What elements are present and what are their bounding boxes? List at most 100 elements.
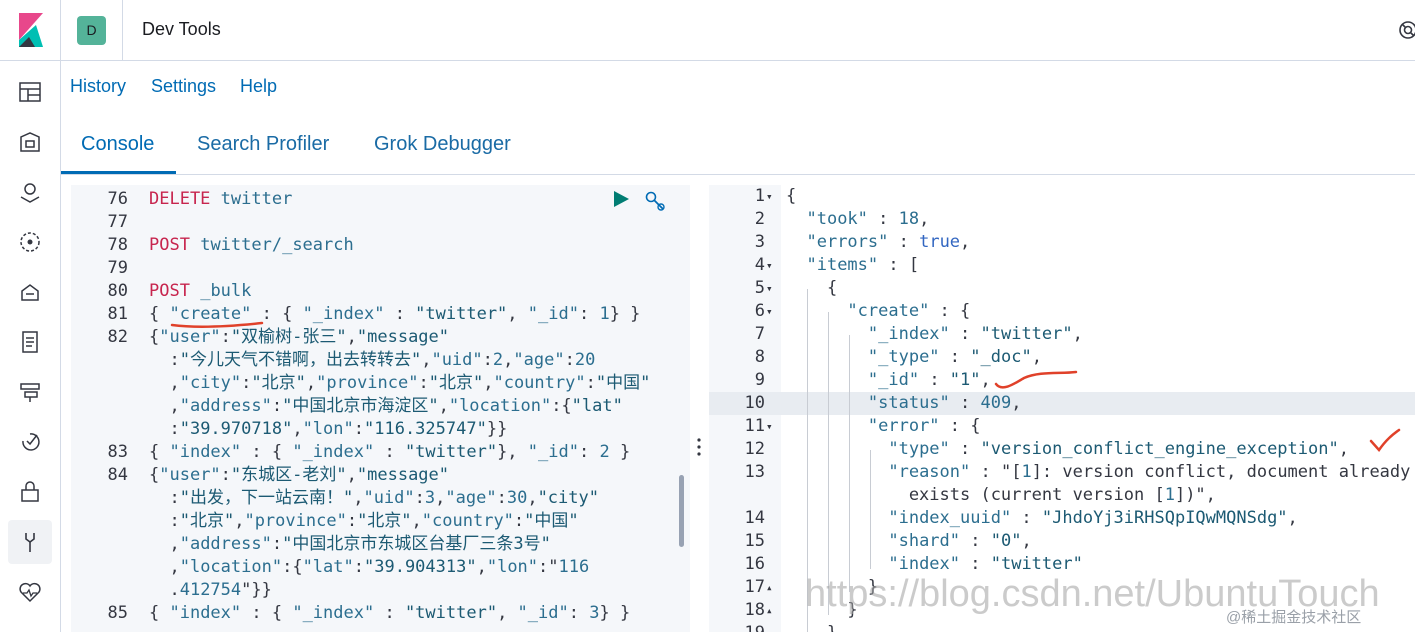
- tab-search-profiler[interactable]: Search Profiler: [197, 133, 329, 156]
- settings-link[interactable]: Settings: [151, 76, 216, 97]
- line-number: 15: [744, 531, 765, 551]
- line-number: 10: [744, 393, 765, 413]
- request-settings-wrench-icon[interactable]: [644, 190, 666, 212]
- code-line: :"北京","province":"北京","country":"中国": [149, 511, 579, 531]
- line-number: 14: [744, 508, 765, 528]
- tab-grok-debugger[interactable]: Grok Debugger: [374, 133, 511, 156]
- header-divider: [122, 0, 123, 61]
- code-line: "create" : {: [847, 301, 971, 321]
- line-number: 12: [744, 439, 765, 459]
- line-number: 79: [107, 258, 128, 278]
- pane-resize-handle[interactable]: [694, 436, 704, 458]
- history-link[interactable]: History: [70, 76, 126, 97]
- code-line: "took" : 18,: [806, 209, 930, 229]
- dev-tools-nav-active[interactable]: [8, 520, 52, 564]
- code-line: POST twitter/_search: [149, 235, 354, 255]
- help-link[interactable]: Help: [240, 76, 277, 97]
- top-header: D Dev Tools: [0, 0, 1415, 61]
- maps-icon[interactable]: [17, 179, 43, 205]
- dev-tools-subnav: History Settings Help: [61, 61, 1415, 111]
- canvas-icon[interactable]: [17, 129, 43, 155]
- code-line: ,"city":"北京","province":"北京","country":"…: [149, 373, 651, 393]
- code-line: "items" : [: [806, 255, 920, 275]
- line-number: 4: [754, 255, 765, 275]
- code-line: POST _bulk: [149, 281, 252, 301]
- ml-icon[interactable]: [17, 229, 43, 255]
- code-line: ,"address":"中国北京市海淀区","location":{"lat": [149, 396, 623, 416]
- indent-guide: [849, 335, 850, 592]
- code-line: "_index" : "twitter",: [867, 324, 1083, 344]
- fold-toggle[interactable]: ▾: [766, 415, 773, 438]
- apm-icon[interactable]: [17, 379, 43, 405]
- code-line: :"出发，下一站云南！","uid":3,"age":30,"city": [149, 488, 599, 508]
- code-line: {"user":"双榆树-张三","message": [149, 327, 450, 347]
- request-editor[interactable]: 76 DELETE twitter 77 78 POST twitter/_search…: [71, 185, 690, 632]
- code-line: :"今儿天气不错啊，出去转转去","uid":2,"age":20: [149, 350, 596, 370]
- line-number: 19: [709, 622, 765, 632]
- wrench-icon: [25, 533, 35, 552]
- fold-toggle[interactable]: ▾: [766, 254, 773, 277]
- fold-toggle[interactable]: ▴: [766, 576, 773, 599]
- line-number: 84: [107, 465, 128, 485]
- dev-tools-app: D Dev Tools History Settings Help Consol…: [0, 0, 1415, 632]
- space-avatar[interactable]: D: [77, 16, 106, 45]
- request-scrollbar[interactable]: [679, 475, 684, 547]
- selected-tab-indicator: [61, 171, 176, 174]
- line-number: 77: [107, 212, 128, 232]
- code-line: "shard" : "0",: [888, 531, 1032, 551]
- code-line: { "index" : { "_index" : "twitter", "_id…: [149, 603, 631, 623]
- line-number: 83: [107, 442, 128, 462]
- kibana-logo-icon: [19, 13, 43, 47]
- indent-guide: [870, 450, 871, 569]
- line-number: 7: [754, 324, 765, 344]
- line-number: 80: [107, 281, 128, 301]
- response-viewer[interactable]: 1 ▾{2 "took" : 18, 3 "errors" : true, 4 ▾ "i…: [709, 185, 1415, 632]
- code-line: .412754"}}: [149, 580, 272, 600]
- line-number: 3: [754, 232, 765, 252]
- monitoring-icon[interactable]: [17, 579, 43, 605]
- code-line: { "create" : { "_index" : "twitter", "_i…: [149, 304, 641, 324]
- code-line: "reason" : "[1]: version conflict, docum…: [888, 462, 1411, 482]
- help-icon[interactable]: [1398, 20, 1415, 40]
- tab-bar: Console Search Profiler Grok Debugger: [61, 111, 1415, 175]
- code-line: "_type" : "_doc",: [867, 347, 1042, 367]
- tab-console[interactable]: Console: [81, 133, 154, 156]
- line-number: 11: [744, 416, 765, 436]
- code-line: "status" : 409,: [867, 393, 1022, 413]
- line-number: 81: [107, 304, 128, 324]
- code-line: ,"address":"中国北京市东城区台基厂三条3号": [149, 534, 551, 554]
- code-line: ,"location":{"lat":"39.904313","lon":"11…: [149, 557, 590, 577]
- code-line: "errors" : true,: [806, 232, 971, 252]
- fold-toggle[interactable]: ▾: [766, 300, 773, 323]
- line-number: 9: [754, 370, 765, 390]
- line-number: 5: [754, 278, 765, 298]
- code-line: :"39.970718","lon":"116.325747"}}: [149, 419, 508, 439]
- fold-toggle[interactable]: ▾: [766, 185, 773, 208]
- code-line: {: [786, 278, 838, 298]
- line-number: 2: [754, 209, 765, 229]
- dashboard-icon[interactable]: [17, 79, 43, 105]
- line-number: 16: [744, 554, 765, 574]
- code-line: {: [786, 186, 797, 206]
- line-number: 6: [754, 301, 765, 321]
- code-line: exists (current version [1])",: [786, 485, 1216, 505]
- logs-icon[interactable]: [17, 329, 43, 355]
- line-number: 17: [744, 577, 765, 597]
- kibana-logo[interactable]: [0, 0, 61, 61]
- code-line: "_id" : "1",: [867, 370, 991, 390]
- code-line: },: [786, 622, 847, 632]
- play-icon[interactable]: [612, 190, 630, 208]
- corner-watermark: @稀土掘金技术社区: [1226, 609, 1362, 626]
- line-number: 18: [744, 600, 765, 620]
- line-number: 85: [107, 603, 128, 623]
- code-line: { "index" : { "_index" : "twitter"}, "_i…: [149, 442, 631, 462]
- fold-toggle[interactable]: ▴: [766, 599, 773, 622]
- page-title: Dev Tools: [142, 19, 221, 39]
- infrastructure-icon[interactable]: [17, 279, 43, 305]
- fold-toggle[interactable]: ▾: [766, 277, 773, 300]
- siem-icon[interactable]: [17, 479, 43, 505]
- code-line: DELETE twitter: [149, 189, 293, 209]
- line-number: 13: [744, 462, 765, 482]
- code-line: "error" : {: [867, 416, 981, 436]
- uptime-icon[interactable]: [17, 429, 43, 455]
